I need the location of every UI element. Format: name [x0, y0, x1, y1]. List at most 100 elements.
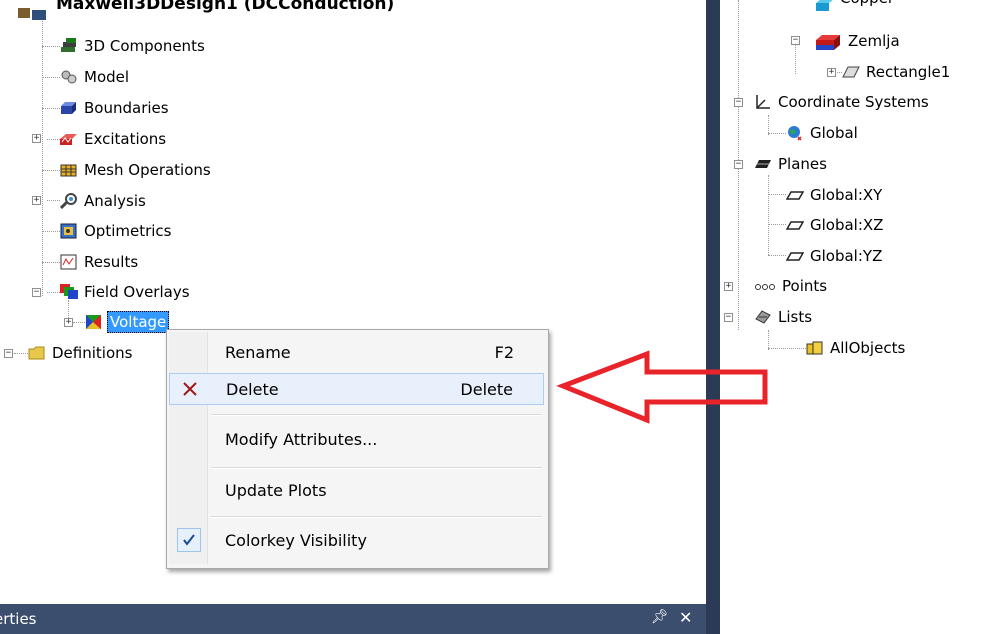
tree-item-rectangle1[interactable]: Rectangle1: [842, 57, 952, 87]
pin-icon[interactable]: 📌︎: [651, 609, 669, 625]
tree-item-label: Optimetrics: [84, 222, 172, 240]
tree-item-points[interactable]: Points: [754, 271, 829, 301]
expand-excitations-toggle[interactable]: +: [32, 134, 41, 143]
tree-item-excitations[interactable]: Excitations: [60, 124, 168, 154]
close-icon[interactable]: ✕: [679, 608, 692, 627]
delete-x-icon: [178, 377, 202, 401]
tree-item-label: Analysis: [84, 192, 146, 210]
tree-item-allobjects[interactable]: AllObjects: [806, 333, 907, 363]
tree-item-label: Results: [84, 253, 139, 271]
menu-separator: [211, 414, 542, 416]
mesh-icon: [60, 162, 78, 178]
menu-item-modify-attributes[interactable]: Modify Attributes...: [169, 423, 544, 455]
tree-item-label: Voltage: [107, 311, 170, 333]
tree-item-coordinate-systems[interactable]: Coordinate Systems: [754, 87, 931, 117]
collapse-planes-toggle[interactable]: −: [734, 160, 743, 169]
tree-item-label: Definitions: [52, 344, 133, 362]
expand-analysis-toggle[interactable]: +: [32, 196, 41, 205]
globe-icon: [786, 125, 804, 141]
menu-item-label: Modify Attributes...: [225, 429, 378, 449]
menu-separator: [211, 467, 542, 469]
tree-item-label: Boundaries: [84, 99, 169, 117]
menu-item-shortcut: F2: [494, 342, 514, 362]
field-overlays-icon: [60, 284, 78, 300]
tree-item-label: Mesh Operations: [84, 161, 211, 179]
folder-icon: [28, 345, 46, 361]
plane-icon: [785, 187, 805, 203]
solid-icon: [816, 33, 842, 50]
voltage-plot-icon: [85, 314, 103, 330]
components-icon: [60, 38, 78, 54]
tree-item-label: Global:YZ: [810, 247, 883, 265]
tree-item-label: Field Overlays: [84, 283, 190, 301]
tree-item-mesh-operations[interactable]: Mesh Operations: [60, 155, 213, 185]
collapse-coordinate-systems-toggle[interactable]: −: [734, 98, 743, 107]
tree-item-label: AllObjects: [830, 339, 906, 357]
tree-item-label: Model: [84, 68, 130, 86]
annotation-arrow: [556, 350, 768, 424]
plane-icon: [785, 248, 805, 264]
tree-item-field-overlays[interactable]: Field Overlays: [60, 277, 192, 307]
optimetrics-icon: [60, 223, 78, 239]
tree-item-global-xy[interactable]: Global:XY: [785, 180, 884, 210]
analysis-icon: [59, 193, 78, 210]
tree-item-3d-components[interactable]: 3D Components: [60, 31, 207, 61]
tree-item-model[interactable]: Model: [60, 62, 131, 92]
boundaries-icon: [60, 100, 78, 116]
lists-icon: [754, 309, 772, 325]
tree-item-label: Excitations: [84, 130, 167, 148]
tree-item-label: Zemlja: [848, 32, 900, 50]
collapse-lists-toggle[interactable]: −: [724, 313, 733, 322]
tree-item-voltage[interactable]: Voltage: [85, 307, 170, 337]
tree-item-global-cs[interactable]: Global: [786, 118, 860, 148]
tree-item-label: Copper: [838, 0, 896, 8]
rectangle-icon: [842, 64, 860, 80]
tree-item-label: Global:XY: [810, 186, 883, 204]
tree-item-label: 3D Components: [84, 37, 205, 55]
menu-item-rename[interactable]: Rename F2: [169, 336, 544, 368]
tree-item-lists[interactable]: Lists: [754, 302, 814, 332]
collapse-zemlja-toggle[interactable]: −: [791, 36, 800, 45]
menu-item-update-plots[interactable]: Update Plots: [169, 474, 544, 506]
pane-splitter[interactable]: [706, 0, 720, 634]
tree-item-global-xz[interactable]: Global:XZ: [785, 210, 885, 240]
tree-item-copper[interactable]: Copper: [816, 0, 896, 18]
expand-definitions-toggle[interactable]: −: [4, 349, 13, 358]
expand-voltage-toggle[interactable]: +: [64, 318, 73, 327]
tree-item-analysis[interactable]: Analysis: [59, 186, 148, 216]
tree-item-definitions[interactable]: Definitions: [28, 338, 134, 368]
tree-item-optimetrics[interactable]: Optimetrics: [60, 216, 174, 246]
menu-item-shortcut: Delete: [460, 379, 513, 399]
tree-item-zemlja[interactable]: Zemlja: [816, 26, 902, 56]
tree-item-label: Planes: [778, 155, 827, 173]
properties-panel-title: erties: [0, 610, 37, 628]
properties-panel-header: erties 📌︎ ✕: [0, 604, 706, 634]
expand-points-toggle[interactable]: +: [724, 282, 733, 291]
tree-item-planes[interactable]: Planes: [754, 149, 829, 179]
model-tree-pane: Copper Zemlja − Rectangle1 + Coordinate …: [720, 0, 985, 634]
model-icon: [60, 69, 78, 85]
tree-item-label: Lists: [778, 308, 813, 326]
tree-item-boundaries[interactable]: Boundaries: [60, 93, 171, 123]
collapse-field-overlays-toggle[interactable]: −: [32, 288, 41, 297]
tree-item-label: Coordinate Systems: [778, 93, 929, 111]
points-icon: [754, 278, 776, 294]
planes-icon: [754, 156, 772, 172]
tree-root-label: Maxwell3DDesign1 (DCConduction): [56, 0, 395, 14]
menu-item-label: Update Plots: [225, 480, 327, 500]
context-menu: Rename F2 Delete Delete Modify Attribute…: [166, 329, 549, 569]
menu-item-colorkey-visibility[interactable]: Colorkey Visibility: [169, 524, 544, 556]
tree-root[interactable]: Maxwell3DDesign1 (DCConduction): [14, 0, 396, 26]
solid-icon: [816, 0, 834, 13]
plane-icon: [785, 217, 805, 233]
menu-item-delete[interactable]: Delete Delete: [169, 373, 544, 405]
results-icon: [60, 254, 78, 270]
tree-item-global-yz[interactable]: Global:YZ: [785, 241, 884, 271]
expand-rectangle1-toggle[interactable]: +: [827, 68, 836, 77]
coordinate-axes-icon: [754, 94, 772, 110]
tree-item-label: Global:XZ: [810, 216, 884, 234]
tree-item-label: Points: [782, 277, 828, 295]
menu-separator: [211, 516, 542, 518]
tree-item-results[interactable]: Results: [60, 247, 140, 277]
checkmark-icon: [177, 528, 201, 552]
